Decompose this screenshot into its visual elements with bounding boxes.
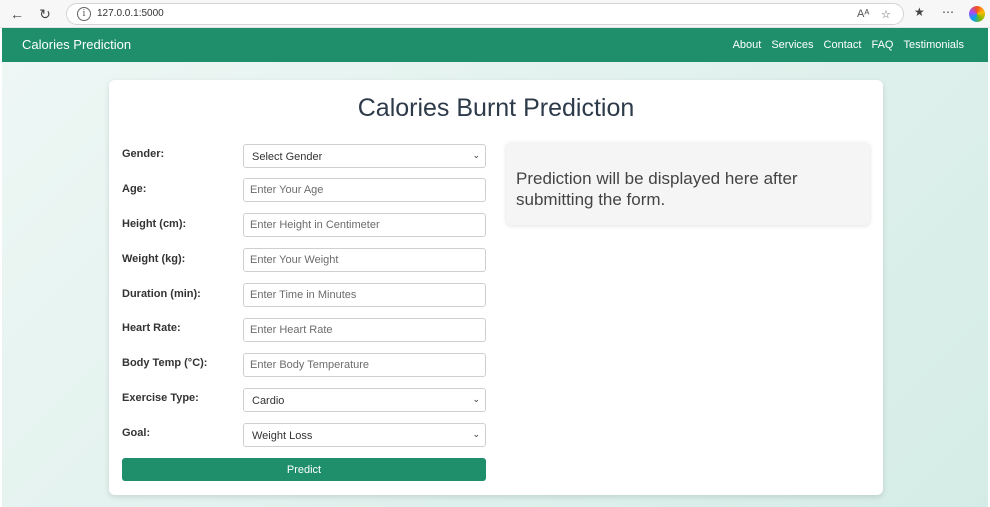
goal-select[interactable]: Weight Loss ⌄ xyxy=(243,423,486,447)
weight-label: Weight (kg): xyxy=(122,253,186,265)
height-input[interactable] xyxy=(243,213,486,237)
age-label: Age: xyxy=(122,183,147,195)
back-arrow-icon[interactable]: ← xyxy=(8,5,26,23)
refresh-icon[interactable]: ↻ xyxy=(36,5,54,23)
duration-input[interactable] xyxy=(243,283,486,307)
chevron-down-icon: ⌄ xyxy=(472,394,480,404)
goal-value: Weight Loss xyxy=(252,430,313,442)
predict-button[interactable]: Predict xyxy=(122,458,486,481)
favorite-star-icon[interactable]: ☆ xyxy=(881,8,891,21)
goal-label: Goal: xyxy=(122,427,151,439)
weight-input[interactable] xyxy=(243,248,486,272)
navbar: Calories Prediction About Services Conta… xyxy=(2,28,988,62)
body-temp-label: Body Temp (°C): xyxy=(122,357,208,369)
more-options-icon[interactable]: ⋯ xyxy=(942,5,954,19)
page-background: Calories Prediction About Services Conta… xyxy=(2,28,988,507)
prediction-result-box: Prediction will be displayed here after … xyxy=(506,142,870,225)
site-info-icon[interactable]: i xyxy=(77,7,91,21)
favorites-icon[interactable]: ★ xyxy=(914,5,925,19)
gender-select-value: Select Gender xyxy=(252,151,323,163)
prediction-card: Calories Burnt Prediction Gender: Select… xyxy=(109,80,883,495)
exercise-type-value: Cardio xyxy=(252,395,285,407)
chevron-down-icon: ⌄ xyxy=(472,429,480,439)
age-input[interactable] xyxy=(243,178,486,202)
heart-rate-input[interactable] xyxy=(243,318,486,342)
url-text: 127.0.0.1:5000 xyxy=(97,8,164,19)
nav-link-faq[interactable]: FAQ xyxy=(871,39,893,51)
gender-label: Gender: xyxy=(122,148,165,160)
nav-link-services[interactable]: Services xyxy=(771,39,813,51)
brand-title[interactable]: Calories Prediction xyxy=(22,37,131,52)
gender-select[interactable]: Select Gender ⌄ xyxy=(243,144,486,168)
nav-link-about[interactable]: About xyxy=(733,39,762,51)
exercise-type-label: Exercise Type: xyxy=(122,392,199,404)
duration-label: Duration (min): xyxy=(122,288,201,300)
browser-toolbar: ← ↻ i 127.0.0.1:5000 Aᴬ ☆ ★ ⋯ xyxy=(0,0,990,28)
address-bar[interactable]: i 127.0.0.1:5000 Aᴬ ☆ xyxy=(66,3,904,25)
chevron-down-icon: ⌄ xyxy=(472,150,480,160)
nav-link-testimonials[interactable]: Testimonials xyxy=(903,39,964,51)
exercise-type-select[interactable]: Cardio ⌄ xyxy=(243,388,486,412)
read-aloud-icon[interactable]: Aᴬ xyxy=(857,8,869,20)
page-title: Calories Burnt Prediction xyxy=(357,94,635,122)
nav-links: About Services Contact FAQ Testimonials xyxy=(733,39,964,51)
body-temp-input[interactable] xyxy=(243,353,486,377)
nav-link-contact[interactable]: Contact xyxy=(824,39,862,51)
copilot-icon[interactable] xyxy=(969,6,985,22)
height-label: Height (cm): xyxy=(122,218,187,230)
heart-rate-label: Heart Rate: xyxy=(122,322,181,334)
